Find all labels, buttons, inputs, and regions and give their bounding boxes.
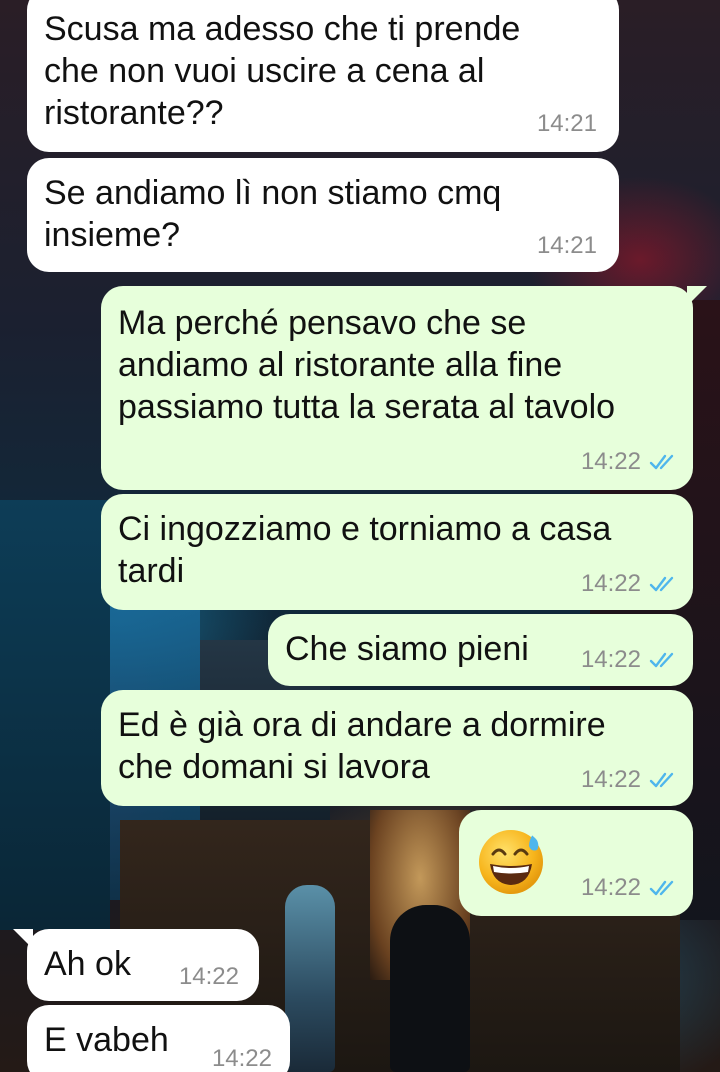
message-text: Ed è già ora di andare a dormire che dom… [118,706,606,786]
message-meta: 14:22 [581,572,679,596]
double-check-read-icon [649,652,674,668]
message-text: E vabeh [44,1021,169,1059]
message-time: 14:22 [178,963,239,990]
message-text: Scusa ma adesso che ti prende che non vu… [44,10,521,132]
message-bubble-incoming[interactable]: Scusa ma adesso che ti prende che non vu… [27,0,619,152]
message-bubble-outgoing[interactable]: Ma perché pensavo che se andiamo al rist… [101,286,707,490]
message-meta: 14:22 [581,648,679,672]
message-bubble-outgoing[interactable]: Che siamo pieni 14:22 [268,614,693,686]
wallpaper-building [0,500,110,930]
message-text: Se andiamo lì non stiamo cmq insieme? [44,174,502,254]
message-meta: 14:22 [581,768,679,792]
message-bubble-incoming[interactable]: Ah ok 14:22 [13,929,259,1001]
message-bubble-outgoing[interactable]: Ci ingozziamo e torniamo a casa tardi 14… [101,494,693,610]
message-bubble-outgoing[interactable]: Ed è già ora di andare a dormire che dom… [101,690,693,806]
message-time: 14:21 [536,232,597,259]
message-meta: 14:21 [537,112,597,136]
message-text: Ci ingozziamo e torniamo a casa tardi [118,510,612,590]
wallpaper-person [390,905,470,1072]
message-meta: 14:22 [212,1047,272,1071]
double-check-read-icon [649,576,674,592]
message-text: Ah ok [44,945,131,983]
message-meta: 14:22 [581,450,679,474]
message-text: Che siamo pieni [285,630,529,668]
message-text: Ma perché pensavo che se andiamo al rist… [118,304,616,426]
message-time: 14:22 [580,766,641,793]
message-time: 14:21 [536,110,597,137]
message-time: 14:22 [580,448,641,475]
message-time: 14:22 [580,646,641,673]
message-time: 14:22 [211,1045,272,1072]
message-meta: 14:22 [179,965,239,989]
double-check-read-icon [649,454,674,470]
wallpaper-person [285,885,335,1072]
message-bubble-incoming[interactable]: E vabeh 14:22 [27,1005,290,1072]
message-time: 14:22 [580,570,641,597]
message-bubble-outgoing-emoji[interactable]: 😅 14:22 [459,810,693,916]
message-time: 14:22 [580,874,641,901]
double-check-read-icon [649,880,674,896]
message-meta: 14:22 [581,876,679,900]
double-check-read-icon [649,772,674,788]
grinning-face-with-sweat-emoji [479,830,543,894]
message-bubble-incoming[interactable]: Se andiamo lì non stiamo cmq insieme? 14… [27,158,619,272]
message-meta: 14:21 [537,234,597,258]
